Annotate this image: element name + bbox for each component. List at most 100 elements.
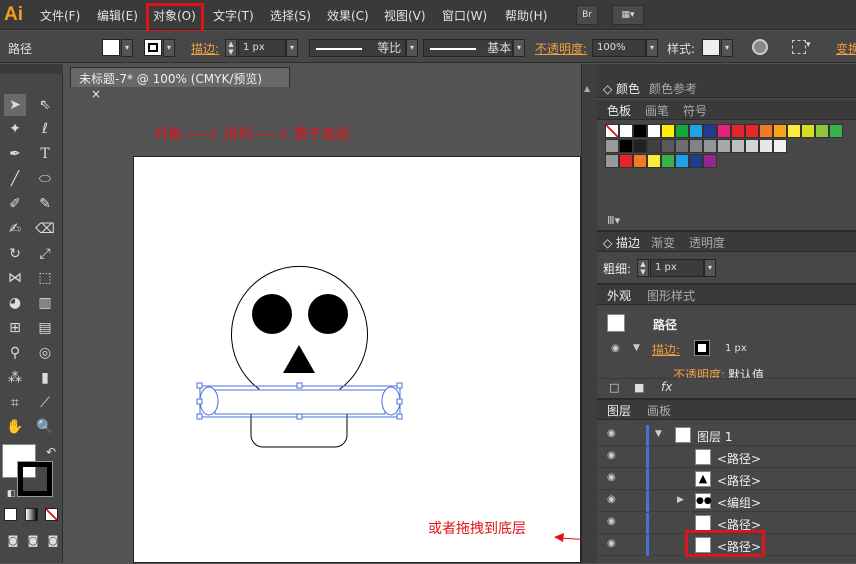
opacity-label[interactable]: 不透明度:: [535, 40, 587, 57]
close-tab-icon[interactable]: ×: [91, 87, 101, 101]
color-swatch[interactable]: [759, 124, 773, 138]
align-icon[interactable]: [792, 40, 806, 54]
color-swatch[interactable]: [633, 124, 647, 138]
type-tool-icon[interactable]: T: [34, 143, 56, 165]
tab-color-guide[interactable]: 颜色参考: [649, 80, 697, 97]
variable-width-profile[interactable]: 等比: [309, 39, 406, 57]
symbol-sprayer-tool-icon[interactable]: ⁂: [4, 367, 26, 389]
stroke-weight-field[interactable]: 1 px: [238, 39, 286, 57]
stroke-label[interactable]: 描边:: [191, 40, 219, 57]
color-swatch[interactable]: [703, 124, 717, 138]
scroll-up-icon[interactable]: ▲: [584, 84, 595, 94]
menu-type[interactable]: 文字(T): [213, 7, 254, 24]
stroke-weight-dropdown-icon[interactable]: ▾: [286, 39, 298, 57]
color-swatch[interactable]: [731, 124, 745, 138]
tab-artboards[interactable]: 画板: [647, 402, 671, 419]
color-swatch[interactable]: [717, 139, 731, 153]
layer-row[interactable]: ◉ ▲ <路径>: [597, 469, 856, 490]
tab-color[interactable]: ◇ 颜色: [603, 80, 640, 97]
fill-swatch[interactable]: [102, 39, 120, 56]
color-swatch[interactable]: [661, 139, 675, 153]
registration-swatch[interactable]: [619, 124, 633, 138]
gradient-tool-icon[interactable]: ▤: [34, 317, 56, 339]
color-swatch[interactable]: [689, 154, 703, 168]
stroke-color-icon[interactable]: [17, 461, 53, 497]
style-dropdown-icon[interactable]: ▾: [721, 39, 733, 57]
lasso-tool-icon[interactable]: ℓ: [34, 118, 56, 140]
collapse-triangle-icon[interactable]: ▼: [655, 429, 662, 439]
swatch-libraries-icon[interactable]: Ⅲ▾: [607, 214, 620, 227]
weight-dropdown-icon[interactable]: ▾: [704, 259, 716, 277]
magic-wand-tool-icon[interactable]: ✦: [4, 118, 26, 140]
mesh-tool-icon[interactable]: ⊞: [4, 317, 26, 339]
appearance-stroke-label[interactable]: 描边:: [652, 341, 680, 358]
color-swatch[interactable]: [773, 139, 787, 153]
recolor-artwork-icon[interactable]: [752, 39, 768, 55]
tab-gradient[interactable]: 渐变: [651, 234, 675, 251]
eraser-tool-icon[interactable]: ⌫: [34, 218, 56, 240]
blob-brush-tool-icon[interactable]: ✍: [4, 218, 26, 240]
align-dropdown-icon[interactable]: ▾: [806, 40, 811, 50]
draw-inside-icon[interactable]: ◙: [42, 530, 64, 552]
profile-dropdown-icon[interactable]: ▾: [406, 39, 418, 57]
expand-triangle-icon[interactable]: ▶: [677, 495, 684, 505]
color-swatch[interactable]: [647, 124, 661, 138]
selection-tool-icon[interactable]: ➤: [4, 94, 26, 116]
visibility-eye-icon[interactable]: ◉: [607, 494, 616, 505]
line-tool-icon[interactable]: ╱: [4, 168, 26, 190]
tab-brushes[interactable]: 画笔: [645, 102, 669, 119]
stroke-dropdown-icon[interactable]: ▾: [163, 39, 175, 57]
draw-behind-icon[interactable]: ◙: [22, 530, 44, 552]
perspective-grid-tool-icon[interactable]: ▥: [34, 292, 56, 314]
weight-stepper-icon[interactable]: ▲ ▼: [637, 259, 649, 277]
layer-row-main[interactable]: ◉ ▼ 图层 1: [597, 425, 856, 446]
menu-select[interactable]: 选择(S): [270, 7, 311, 24]
tab-symbols[interactable]: 符号: [683, 102, 707, 119]
add-effect-icon[interactable]: fx: [661, 380, 672, 394]
color-swatch[interactable]: [787, 124, 801, 138]
pencil-tool-icon[interactable]: ✎: [34, 193, 56, 215]
opacity-field[interactable]: 100%: [592, 39, 646, 57]
layer-row[interactable]: ◉ ▶ ●● <编组>: [597, 491, 856, 512]
visibility-eye-icon[interactable]: ◉: [607, 450, 616, 461]
color-swatch[interactable]: [801, 124, 815, 138]
opacity-dropdown-icon[interactable]: ▾: [646, 39, 658, 57]
artboard-tool-icon[interactable]: ⌗: [4, 392, 26, 414]
color-swatch[interactable]: [675, 139, 689, 153]
visibility-eye-icon[interactable]: ◉: [611, 343, 620, 354]
artboard[interactable]: [133, 156, 581, 563]
free-transform-tool-icon[interactable]: ⬚: [34, 267, 56, 289]
default-colors-icon[interactable]: ◧: [0, 483, 22, 505]
color-swatch[interactable]: [731, 139, 745, 153]
weight-field[interactable]: 1 px: [650, 259, 704, 277]
tab-stroke[interactable]: ◇ 描边: [603, 234, 640, 251]
vertical-scrollbar[interactable]: ▲: [581, 64, 597, 563]
visibility-eye-icon[interactable]: ◉: [607, 472, 616, 483]
transform-link[interactable]: 变换: [836, 40, 856, 57]
color-swatch[interactable]: [689, 124, 703, 138]
color-swatch[interactable]: [703, 139, 717, 153]
swatch-group-folder-icon[interactable]: [605, 139, 619, 153]
bone-shape[interactable]: [196, 382, 403, 420]
color-swatch[interactable]: [773, 124, 787, 138]
clear-appearance-icon[interactable]: ■: [634, 381, 644, 394]
blend-tool-icon[interactable]: ◎: [34, 342, 56, 364]
paintbrush-tool-icon[interactable]: ✐: [4, 193, 26, 215]
brush-definition[interactable]: 基本: [423, 39, 513, 57]
graphic-style-swatch[interactable]: [702, 39, 720, 56]
menu-view[interactable]: 视图(V): [384, 7, 426, 24]
swap-fill-stroke-icon[interactable]: ↶: [40, 441, 62, 463]
visibility-eye-icon[interactable]: ◉: [607, 516, 616, 527]
menu-help[interactable]: 帮助(H): [505, 7, 547, 24]
right-eye-shape[interactable]: [308, 294, 348, 334]
color-swatch[interactable]: [829, 124, 843, 138]
color-swatch[interactable]: [661, 124, 675, 138]
draw-normal-icon[interactable]: ◙: [2, 530, 24, 552]
none-swatch[interactable]: [605, 124, 619, 138]
appearance-stroke-swatch[interactable]: [694, 340, 710, 356]
tab-layers[interactable]: 图层: [607, 402, 631, 419]
tab-appearance[interactable]: 外观: [607, 287, 631, 304]
zoom-tool-icon[interactable]: 🔍: [34, 416, 56, 438]
color-mode-icon[interactable]: [4, 508, 17, 521]
width-tool-icon[interactable]: ⋈: [4, 267, 26, 289]
